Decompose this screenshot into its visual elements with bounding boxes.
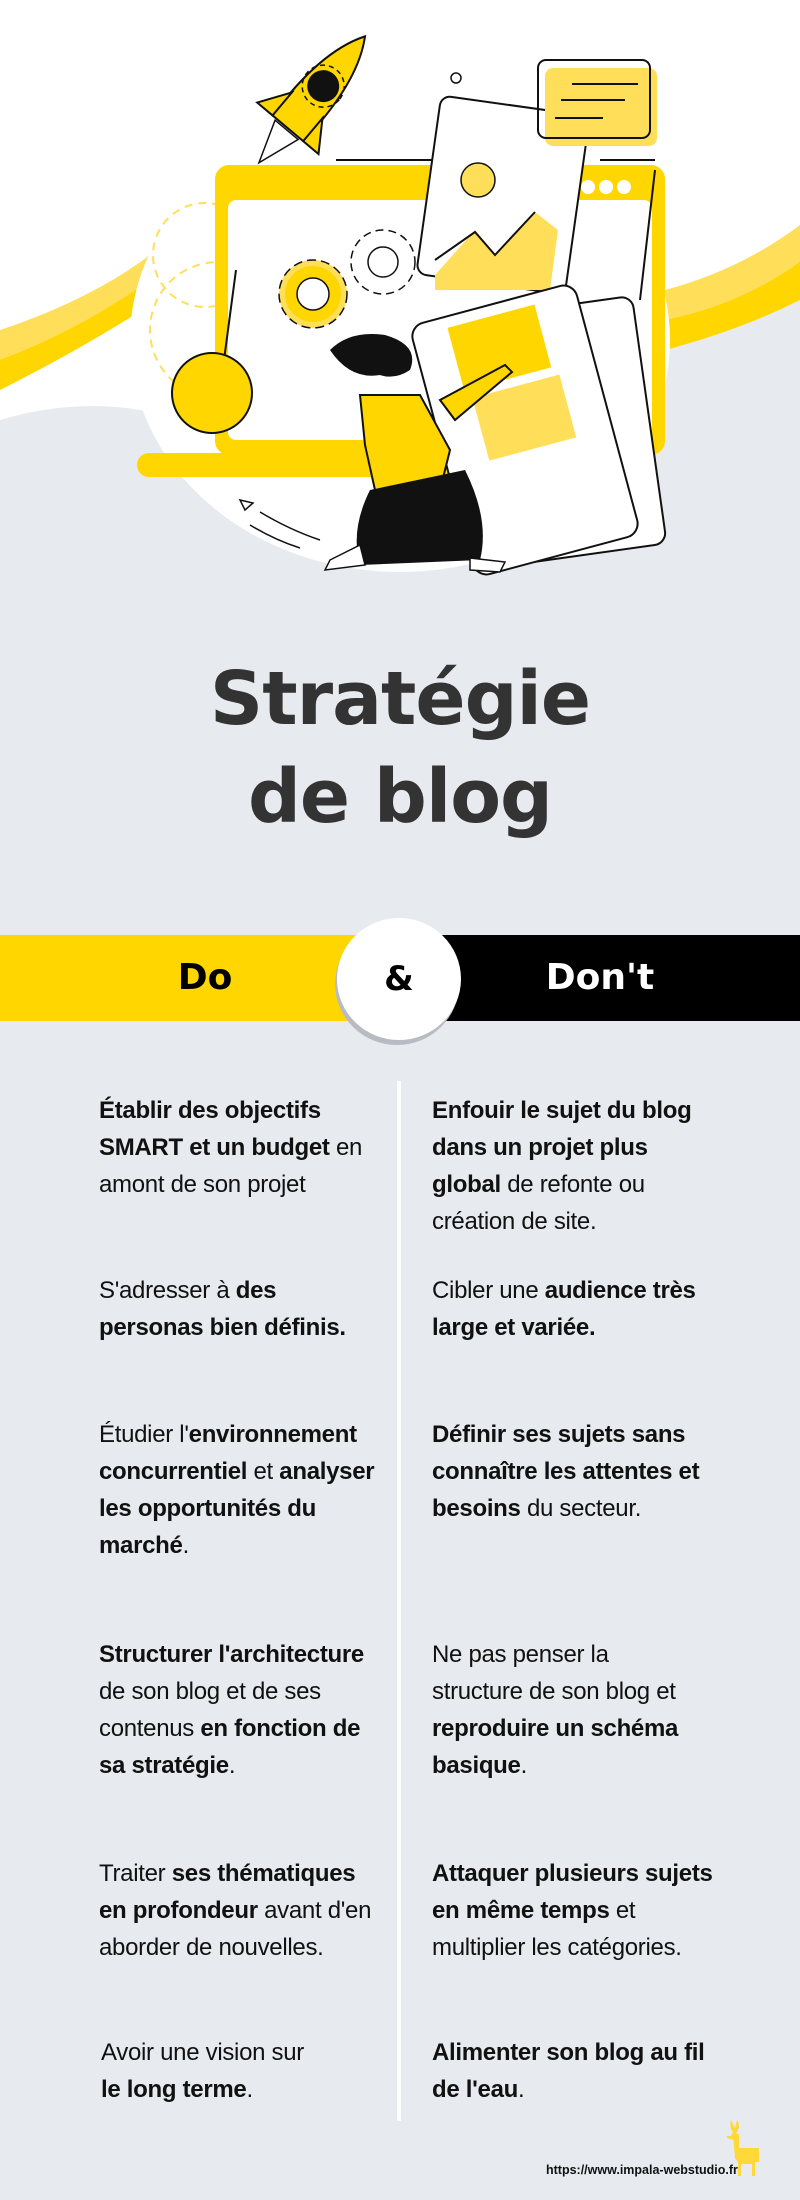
text: création de site. — [432, 1208, 597, 1235]
text: multiplier les catégories. — [432, 1934, 682, 1961]
text: aborder de nouvelles. — [99, 1934, 324, 1961]
bold-text: personas bien définis. — [99, 1314, 346, 1341]
text: contenus — [99, 1715, 201, 1742]
ampersand-label: & — [384, 959, 414, 999]
text: . — [246, 2076, 253, 2103]
bold-text: SMART et un budget — [99, 1134, 330, 1161]
bold-text: en même temps — [432, 1897, 610, 1924]
bold-text: de l'eau — [432, 2076, 519, 2103]
bold-text: dans un projet plus — [432, 1134, 648, 1161]
bold-text: ses thématiques — [171, 1860, 356, 1887]
dont-item: Alimenter son blog au fil de l'eau. — [432, 2034, 722, 2108]
text: Cibler une — [432, 1277, 545, 1304]
bold-text: des — [235, 1277, 277, 1304]
bold-text: basique — [432, 1752, 521, 1779]
text: . — [228, 1752, 236, 1779]
text: Ne pas penser la — [432, 1641, 609, 1668]
bold-text: reproduire un schéma — [432, 1715, 679, 1742]
column-divider — [397, 1081, 401, 2121]
gear-icon — [350, 229, 416, 295]
text: avant d'en — [257, 1897, 372, 1924]
dont-item: Attaquer plusieurs sujets en même temps e… — [432, 1855, 722, 1966]
text: . — [182, 1532, 190, 1559]
bold-text: les opportunités du — [99, 1495, 316, 1522]
bold-text: large et variée. — [432, 1314, 596, 1341]
bold-text: Structurer l'architecture — [99, 1641, 364, 1668]
bold-text: global — [432, 1171, 501, 1198]
hero-illustration — [0, 0, 800, 600]
bold-text: Alimenter son blog au fil — [432, 2039, 705, 2066]
dont-item: Enfouir le sujet du blog dans un projet p… — [432, 1092, 722, 1240]
text: Traiter — [99, 1860, 172, 1887]
bold-text: audience très — [544, 1277, 696, 1304]
dont-item: Définir ses sujets sans connaître les att… — [432, 1416, 722, 1527]
text: amont de son projet — [99, 1171, 306, 1198]
text: du secteur. — [520, 1495, 642, 1522]
title-line-1: Stratégie — [209, 656, 591, 742]
do-item: Avoir une vision sur le long terme. — [101, 2034, 391, 2108]
bold-text: marché — [99, 1532, 183, 1559]
do-item: Traiter ses thématiques en profondeur ava… — [99, 1855, 389, 1966]
do-item: Étudier l'environnement concurrentiel et … — [99, 1416, 389, 1564]
do-item: S'adresser à des personas bien définis. — [99, 1272, 389, 1346]
do-item: Structurer l'architecture de son blog et … — [99, 1636, 389, 1784]
bold-text: Attaquer plusieurs sujets — [432, 1860, 713, 1887]
page-title: Stratégie de blog — [0, 650, 800, 846]
bold-text: le long terme — [101, 2076, 247, 2103]
bold-text: sa stratégie — [99, 1752, 229, 1779]
bold-text: Définir ses sujets sans — [432, 1421, 686, 1448]
text: . — [518, 2076, 525, 2103]
dont-item: Ne pas penser la structure de son blog et… — [432, 1636, 722, 1784]
dont-item: Cibler une audience très large et variée. — [432, 1272, 722, 1346]
bold-text: analyser — [279, 1458, 375, 1485]
text: et — [247, 1458, 280, 1485]
title-line-2: de blog — [247, 754, 553, 840]
bold-text: besoins — [432, 1495, 521, 1522]
bold-text: en fonction de — [200, 1715, 361, 1742]
text: structure de son blog et — [432, 1678, 676, 1705]
text: de son blog et de ses — [99, 1678, 321, 1705]
text-card-icon — [537, 59, 657, 146]
text: S'adresser à — [99, 1277, 236, 1304]
text: Étudier l' — [99, 1421, 189, 1448]
impala-deer-icon — [725, 2118, 763, 2185]
gear-icon — [278, 259, 348, 329]
bold-text: environnement — [188, 1421, 357, 1448]
bold-text: Établir des objectifs — [99, 1097, 321, 1124]
text: en — [329, 1134, 363, 1161]
bold-text: en profondeur — [99, 1897, 258, 1924]
dont-heading: Don't — [545, 957, 655, 998]
website-link[interactable]: https://www.impala-webstudio.fr — [546, 2163, 738, 2177]
yellow-circle — [171, 352, 253, 434]
bold-text: connaître les attentes et — [432, 1458, 700, 1485]
do-item: Établir des objectifs SMART et un budget … — [99, 1092, 389, 1203]
text: et — [609, 1897, 636, 1924]
text: . — [520, 1752, 528, 1779]
text: de refonte ou — [500, 1171, 645, 1198]
bold-text: Enfouir le sujet du blog — [432, 1097, 692, 1124]
bold-text: concurrentiel — [99, 1458, 248, 1485]
text: Avoir une vision sur — [101, 2039, 304, 2066]
